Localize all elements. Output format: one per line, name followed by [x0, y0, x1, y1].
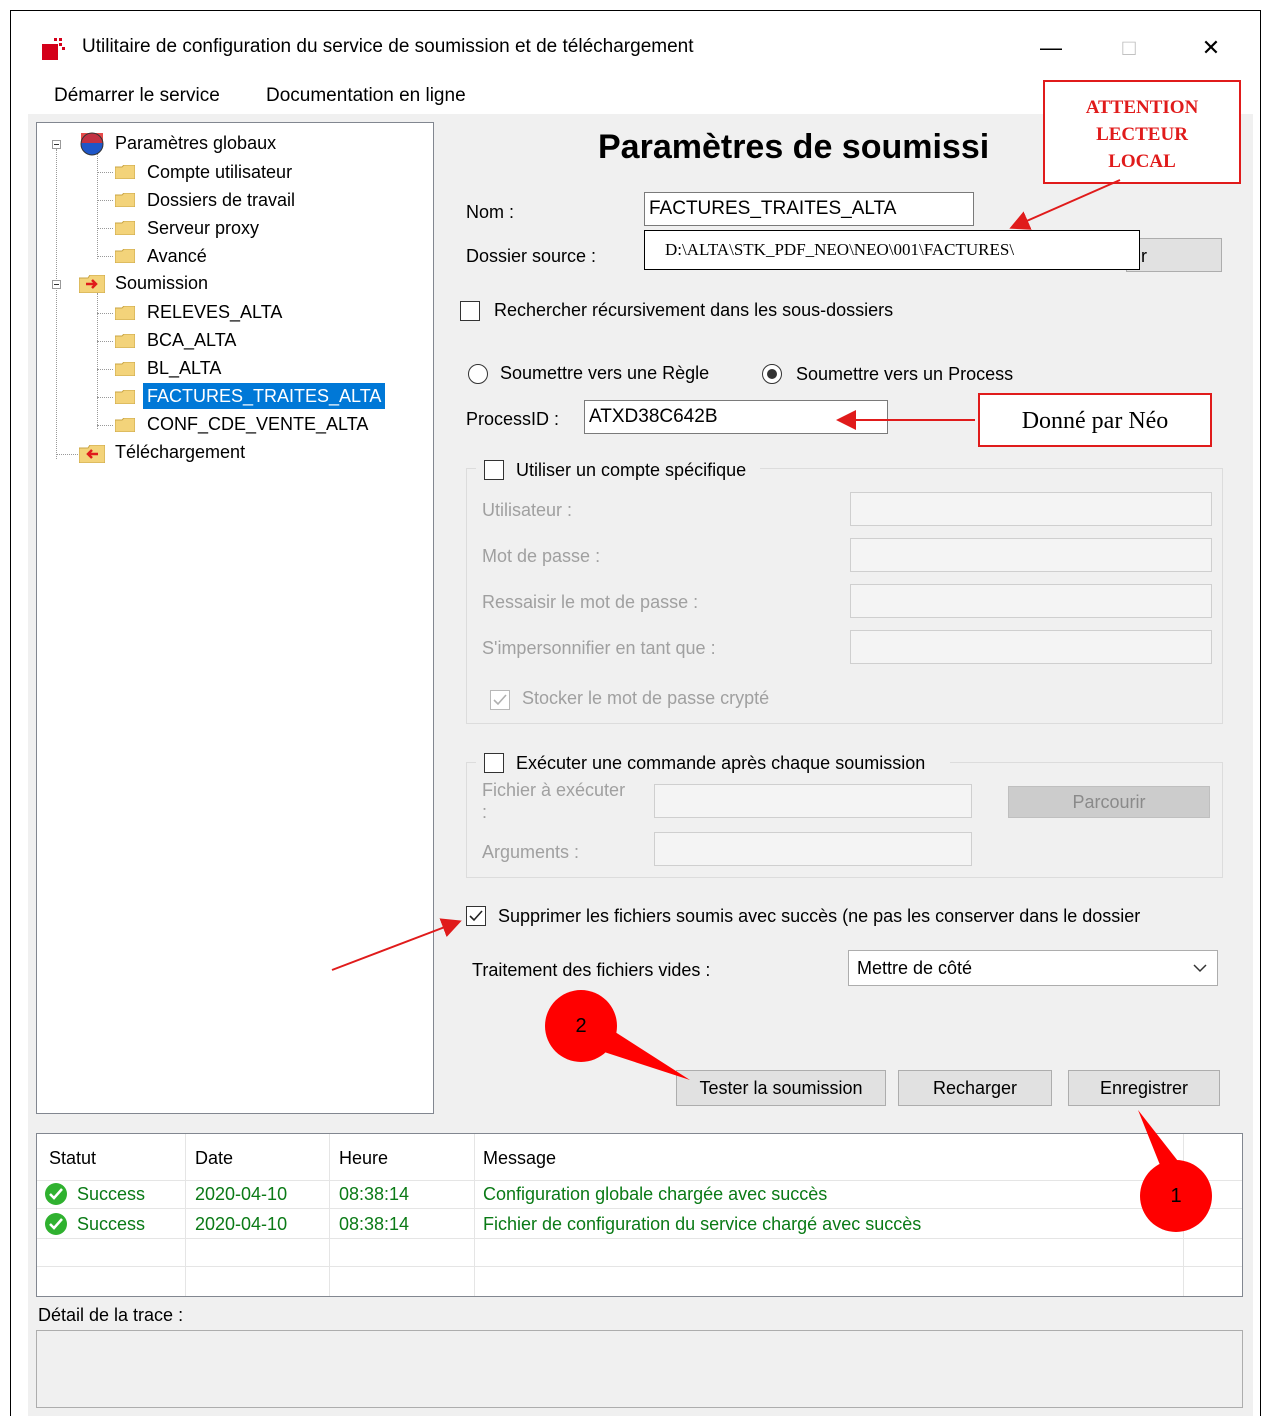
annotation-arrows — [331, 179, 1185, 1170]
